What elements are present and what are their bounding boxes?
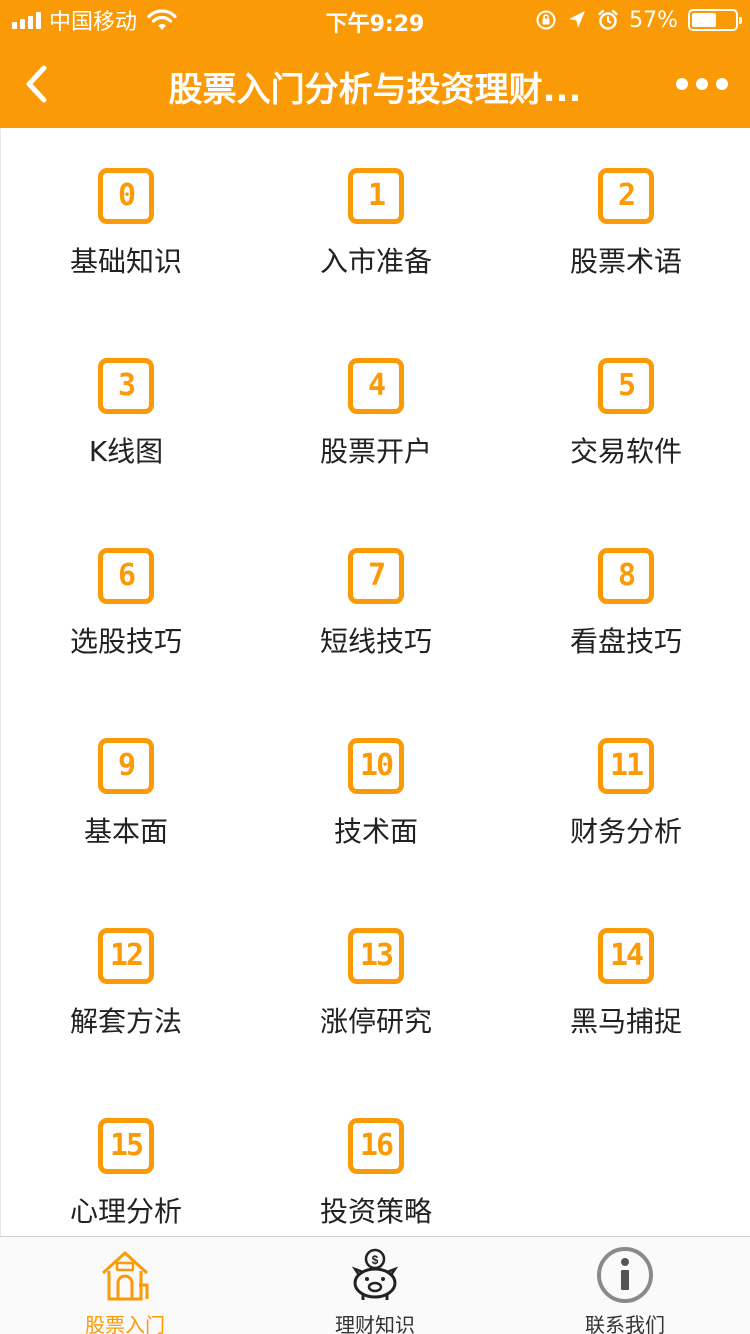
tab-item[interactable]: 股票入门 bbox=[0, 1237, 250, 1334]
tab-item[interactable]: 联系我们 bbox=[500, 1237, 750, 1334]
grid-item[interactable]: 3 K线图 bbox=[1, 318, 251, 508]
number-badge-icon: 9 bbox=[98, 738, 154, 794]
tab-label: 联系我们 bbox=[585, 1313, 665, 1334]
nav-bar: 股票入门分析与投资理财... bbox=[0, 40, 750, 128]
grid-item[interactable]: 6 选股技巧 bbox=[1, 508, 251, 698]
status-right: 57% bbox=[535, 6, 742, 34]
tab-label: 股票入门 bbox=[85, 1313, 165, 1334]
chevron-left-icon bbox=[26, 65, 47, 103]
status-bar: 中国移动 下午9:29 57% bbox=[0, 0, 750, 40]
battery-fill bbox=[692, 13, 716, 27]
battery-percent: 57% bbox=[629, 7, 678, 33]
number-badge-icon: 14 bbox=[598, 928, 654, 984]
grid-item[interactable]: 12 解套方法 bbox=[1, 888, 251, 1078]
number-badge-icon: 16 bbox=[348, 1118, 404, 1174]
number-badge-icon: 15 bbox=[98, 1118, 154, 1174]
number-badge-icon: 8 bbox=[598, 548, 654, 604]
svg-text:$: $ bbox=[372, 1253, 379, 1267]
tab-bar: 股票入门 $ 理财知识 联系我们 bbox=[0, 1236, 750, 1334]
back-button[interactable] bbox=[14, 60, 58, 108]
number-badge-icon: 6 bbox=[98, 548, 154, 604]
category-grid: 0 基础知识 1 入市准备 2 股票术语 3 K线图 4 股票开户 5 交易软件 6 选股技巧 7 短线技巧 8… bbox=[0, 128, 750, 1236]
number-badge-icon: 4 bbox=[348, 358, 404, 414]
grid-item-label: 心理分析 bbox=[69, 1195, 182, 1228]
more-dot-icon bbox=[676, 78, 688, 90]
orientation-lock-icon bbox=[536, 10, 556, 30]
grid-item[interactable]: 10 技术面 bbox=[251, 698, 501, 888]
tab-label: 理财知识 bbox=[335, 1313, 415, 1334]
page-title: 股票入门分析与投资理财... bbox=[168, 70, 582, 110]
grid-item-label: 看盘技巧 bbox=[569, 625, 682, 658]
grid-item-label: 财务分析 bbox=[569, 815, 682, 848]
number-badge-icon: 3 bbox=[98, 358, 154, 414]
alarm-icon bbox=[598, 9, 618, 30]
number-badge-icon: 12 bbox=[98, 928, 154, 984]
grid-item-label: K线图 bbox=[88, 435, 164, 468]
grid-item-label: 涨停研究 bbox=[319, 1005, 432, 1038]
grid-item[interactable]: 8 看盘技巧 bbox=[501, 508, 750, 698]
more-dot-icon bbox=[716, 78, 728, 90]
number-badge-icon: 2 bbox=[598, 168, 654, 224]
number-badge-icon: 13 bbox=[348, 928, 404, 984]
grid-item-label: 黑马捕捉 bbox=[569, 1005, 682, 1038]
grid-item-label: 投资策略 bbox=[319, 1195, 432, 1228]
info-icon bbox=[595, 1245, 655, 1305]
number-badge-icon: 11 bbox=[598, 738, 654, 794]
grid-item-label: 短线技巧 bbox=[319, 625, 432, 658]
grid-item-label: 技术面 bbox=[333, 815, 418, 848]
grid-item[interactable]: 7 短线技巧 bbox=[251, 508, 501, 698]
grid-item[interactable]: 5 交易软件 bbox=[501, 318, 750, 508]
grid-item-label: 解套方法 bbox=[69, 1005, 182, 1038]
battery-icon bbox=[688, 9, 742, 31]
piggy-bank-icon: $ bbox=[345, 1245, 405, 1305]
grid-item[interactable]: 0 基础知识 bbox=[1, 128, 251, 318]
tab-item[interactable]: $ 理财知识 bbox=[250, 1237, 500, 1334]
top-header: 中国移动 下午9:29 57% 股票入门分析与投资理财... bbox=[0, 0, 750, 128]
grid-item-label: 股票开户 bbox=[319, 435, 432, 468]
grid-item[interactable]: 13 涨停研究 bbox=[251, 888, 501, 1078]
house-icon bbox=[95, 1245, 155, 1305]
grid-item-label: 基本面 bbox=[83, 815, 168, 848]
grid-item[interactable]: 4 股票开户 bbox=[251, 318, 501, 508]
grid-item[interactable]: 9 基本面 bbox=[1, 698, 251, 888]
grid-item-label: 选股技巧 bbox=[69, 625, 182, 658]
grid-item[interactable]: 11 财务分析 bbox=[501, 698, 750, 888]
number-badge-icon: 5 bbox=[598, 358, 654, 414]
more-dot-icon bbox=[696, 78, 708, 90]
grid-item-label: 入市准备 bbox=[319, 245, 432, 278]
number-badge-icon: 0 bbox=[98, 168, 154, 224]
location-arrow-icon bbox=[569, 11, 586, 28]
number-badge-icon: 10 bbox=[348, 738, 404, 794]
grid-item[interactable]: 2 股票术语 bbox=[501, 128, 750, 318]
grid-item-label: 股票术语 bbox=[569, 245, 682, 278]
more-menu-button[interactable] bbox=[676, 70, 728, 98]
grid-item[interactable]: 14 黑马捕捉 bbox=[501, 888, 750, 1078]
number-badge-icon: 7 bbox=[348, 548, 404, 604]
grid-item[interactable]: 1 入市准备 bbox=[251, 128, 501, 318]
grid-item-label: 交易软件 bbox=[569, 435, 682, 468]
number-badge-icon: 1 bbox=[348, 168, 404, 224]
grid-item-label: 基础知识 bbox=[69, 245, 182, 278]
